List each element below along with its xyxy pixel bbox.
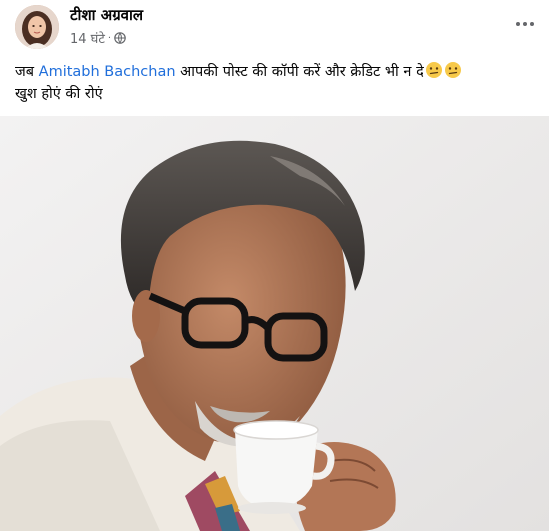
more-options-icon[interactable] [513, 12, 537, 36]
post-header: टीशा अग्रवाल 14 घंटे · [0, 0, 549, 56]
post-photo[interactable] [0, 116, 549, 531]
author-name[interactable]: टीशा अग्रवाल [70, 5, 143, 25]
meta-separator: · [107, 32, 112, 44]
post-time[interactable]: 14 घंटे [70, 29, 105, 47]
post-meta: 14 घंटे · [70, 29, 126, 47]
avatar-image [15, 5, 59, 49]
caption-text-start: जब [15, 64, 39, 80]
post-caption: जब Amitabh Bachchan आपकी पोस्ट की कॉपी क… [15, 61, 540, 105]
author-avatar[interactable] [15, 5, 59, 49]
facebook-post: टीशा अग्रवाल 14 घंटे · जब Amitabh Bachch… [0, 0, 549, 531]
confused-face-emoji-icon [444, 61, 462, 79]
mention-link[interactable]: Amitabh Bachchan [39, 64, 176, 80]
confused-face-emoji-icon [425, 61, 443, 79]
caption-text-rest: आपकी पोस्ट की कॉपी करें और क्रेडिट भी न … [175, 64, 424, 80]
caption-line-two: खुश होएं की रोएं [15, 86, 103, 102]
globe-icon[interactable] [114, 32, 126, 44]
photo-image [0, 116, 549, 531]
